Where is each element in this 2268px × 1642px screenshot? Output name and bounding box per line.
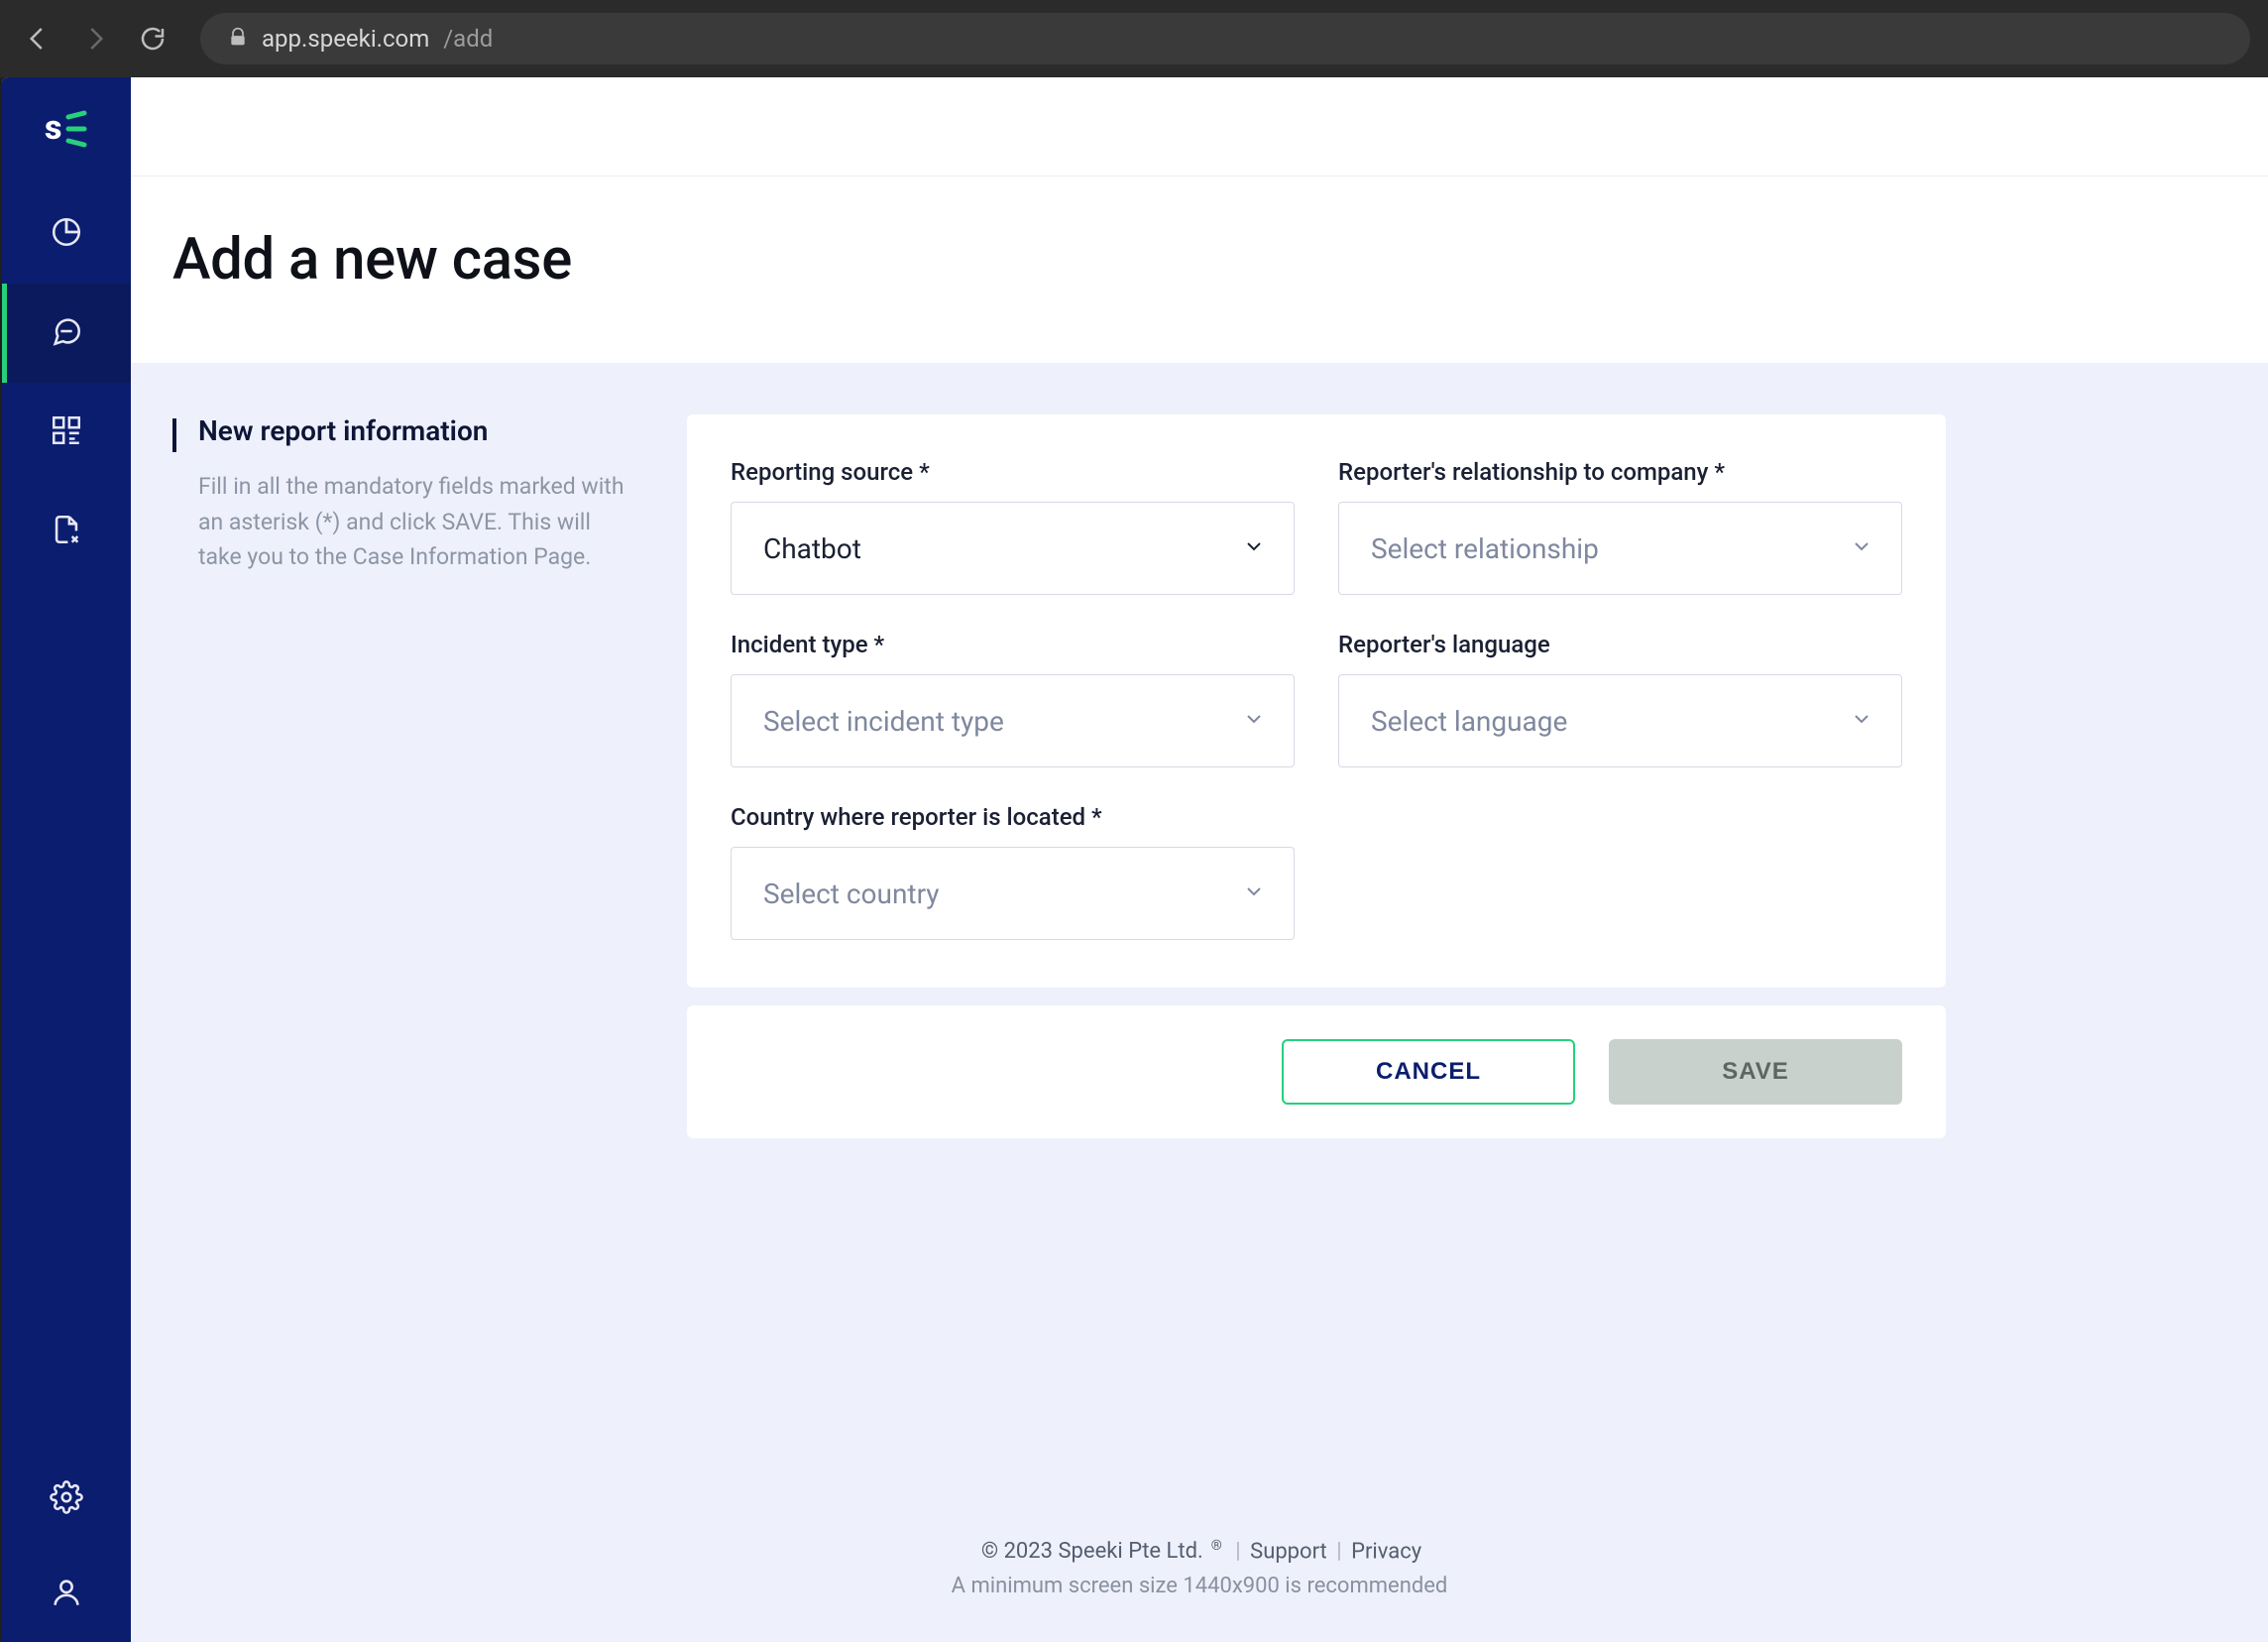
footer-reg: ® <box>1211 1538 1222 1554</box>
reload-button[interactable] <box>133 19 172 59</box>
country-select[interactable]: Select country <box>731 847 1295 940</box>
app-logo[interactable]: s <box>37 99 96 159</box>
side-note-body: Fill in all the mandatory fields marked … <box>198 469 637 575</box>
footer-copyright: © 2023 Speeki Pte Ltd. <box>981 1539 1203 1564</box>
footer-support-link[interactable]: Support <box>1250 1539 1327 1564</box>
back-button[interactable] <box>18 19 57 59</box>
side-note-heading: New report information <box>198 414 637 447</box>
url-path: /add <box>443 25 493 53</box>
file-x-icon <box>50 513 83 550</box>
footer-privacy-link[interactable]: Privacy <box>1351 1539 1421 1564</box>
country-label: Country where reporter is located * <box>731 803 1295 831</box>
top-bar <box>131 77 2268 176</box>
chevron-down-icon <box>1850 534 1873 562</box>
browser-toolbar: app.speeki.com/add <box>0 0 2268 77</box>
footer-separator: | <box>1235 1539 1240 1564</box>
forward-button[interactable] <box>75 19 115 59</box>
address-bar[interactable]: app.speeki.com/add <box>200 13 2250 64</box>
field-reporting-source: Reporting source * Chatbot <box>731 458 1295 595</box>
sidebar-item-export[interactable] <box>2 482 131 581</box>
language-select[interactable]: Select language <box>1338 674 1902 767</box>
reporting-source-select[interactable]: Chatbot <box>731 502 1295 595</box>
sidebar-item-cases[interactable] <box>2 284 131 383</box>
relationship-select[interactable]: Select relationship <box>1338 502 1902 595</box>
qr-grid-icon <box>50 413 83 451</box>
page-title: Add a new case <box>172 226 2226 293</box>
actions-card: CANCEL SAVE <box>687 1005 1946 1138</box>
page-header: Add a new case <box>131 176 2268 363</box>
url-host: app.speeki.com <box>262 25 429 53</box>
field-incident-type: Incident type * Select incident type <box>731 631 1295 767</box>
chevron-down-icon <box>1850 707 1873 735</box>
field-country: Country where reporter is located * Sele… <box>731 803 1295 940</box>
sidebar-item-settings[interactable] <box>50 1452 83 1547</box>
relationship-placeholder: Select relationship <box>1371 532 1599 565</box>
language-placeholder: Select language <box>1371 705 1567 738</box>
reporting-source-value: Chatbot <box>763 532 861 565</box>
footer: © 2023 Speeki Pte Ltd. ® | Support | Priv… <box>172 1508 2226 1612</box>
section-side-note: New report information Fill in all the m… <box>172 414 643 575</box>
language-label: Reporter's language <box>1338 631 1902 658</box>
chat-bubble-icon <box>50 314 83 352</box>
chevron-down-icon <box>1242 707 1266 735</box>
incident-type-label: Incident type * <box>731 631 1295 658</box>
footer-minsize: A minimum screen size 1440x900 is recomm… <box>172 1574 2226 1598</box>
form-card: Reporting source * Chatbot Reporter's re… <box>687 414 1946 988</box>
content-area: New report information Fill in all the m… <box>131 363 2268 1642</box>
footer-separator: | <box>1336 1539 1341 1564</box>
user-icon <box>50 1576 83 1613</box>
lock-icon <box>228 25 248 53</box>
sidebar-item-profile[interactable] <box>50 1547 83 1642</box>
save-button[interactable]: SAVE <box>1609 1039 1902 1105</box>
gear-icon <box>50 1480 83 1518</box>
chevron-down-icon <box>1242 880 1266 907</box>
incident-type-select[interactable]: Select incident type <box>731 674 1295 767</box>
app-root: s <box>2 77 2268 1642</box>
sidebar-item-dashboard[interactable] <box>2 184 131 284</box>
svg-text:s: s <box>45 108 61 148</box>
cancel-button[interactable]: CANCEL <box>1282 1039 1575 1105</box>
country-placeholder: Select country <box>763 878 940 910</box>
field-relationship: Reporter's relationship to company * Sel… <box>1338 458 1902 595</box>
chevron-down-icon <box>1242 534 1266 562</box>
pie-chart-icon <box>50 215 83 253</box>
relationship-label: Reporter's relationship to company * <box>1338 458 1902 486</box>
main-content: Add a new case New report information Fi… <box>131 77 2268 1642</box>
reporting-source-label: Reporting source * <box>731 458 1295 486</box>
sidebar-item-forms[interactable] <box>2 383 131 482</box>
incident-type-placeholder: Select incident type <box>763 705 1004 738</box>
sidebar-nav: s <box>2 77 131 1642</box>
field-language: Reporter's language Select language <box>1338 631 1902 767</box>
